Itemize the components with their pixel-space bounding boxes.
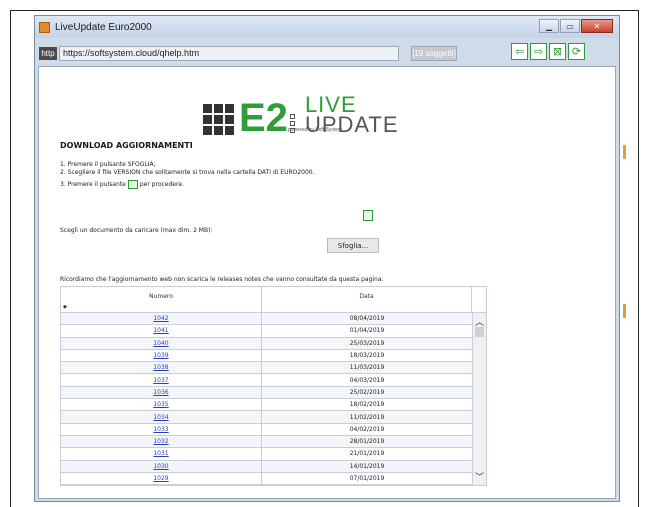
title-bar[interactable]: LiveUpdate Euro2000 ▁ ▭ ✕ xyxy=(35,16,619,38)
scroll-thumb[interactable] xyxy=(475,327,484,337)
logo-e2: E2 xyxy=(239,96,288,140)
release-link[interactable]: 1034 xyxy=(61,411,262,423)
side-marker xyxy=(623,304,626,318)
release-notes-note: Ricordiamo che l'aggiornamento web non s… xyxy=(60,276,384,283)
release-link[interactable]: 1039 xyxy=(61,349,262,362)
content-pane: E2 LIVE UPDATE powered by Soft System DO… xyxy=(38,66,616,499)
refresh-icon[interactable]: ⟳ xyxy=(568,43,585,60)
release-date: 28/01/2019 xyxy=(349,438,385,446)
table-row: 1030 14/01/2019 xyxy=(61,460,472,473)
table-row: 1035 18/02/2019 xyxy=(61,399,472,412)
minimize-button[interactable]: ▁ xyxy=(539,19,559,33)
release-date: 08/04/2019 xyxy=(349,315,385,323)
release-link[interactable]: 1029 xyxy=(61,472,262,485)
choose-file-label: Scegli un documento da caricare (max dim… xyxy=(60,227,213,234)
header-numero-label: Numero xyxy=(149,293,173,300)
side-marker xyxy=(623,145,626,159)
table-row: 1031 21/01/2019 xyxy=(61,448,472,461)
release-link[interactable]: 1031 xyxy=(61,448,262,460)
protocol-badge: http xyxy=(39,46,57,60)
address-bar: http https://softsystem.cloud/qhelp.htm … xyxy=(39,42,617,64)
instruction-step-3: 3. Premere il pulsante per procedere. xyxy=(60,180,184,189)
release-date: 04/03/2019 xyxy=(349,376,385,384)
app-icon xyxy=(39,21,50,33)
release-link[interactable]: 1037 xyxy=(61,374,262,386)
release-link[interactable]: 1042 xyxy=(61,313,262,325)
table-row: 1042 08/04/2019 xyxy=(61,313,472,326)
release-date: 25/02/2019 xyxy=(349,388,385,396)
table-row: 1041 01/04/2019 xyxy=(61,325,472,338)
table-row: 1029 07/01/2019 xyxy=(61,472,472,486)
release-link[interactable]: 1035 xyxy=(61,399,262,411)
table-scrollbar[interactable]: ︿ ﹀ xyxy=(472,313,486,486)
release-date: 14/01/2019 xyxy=(349,462,385,470)
live-update-logo: E2 LIVE UPDATE powered by Soft System xyxy=(203,89,399,140)
forward-icon[interactable]: ⇨ xyxy=(530,43,547,60)
scroll-down-icon[interactable]: ﹀ xyxy=(475,470,484,483)
stop-icon[interactable]: ⊠ xyxy=(549,43,566,60)
table-row: 1039 18/03/2019 xyxy=(61,349,472,363)
window-controls: ▁ ▭ ✕ xyxy=(539,19,613,33)
release-date: 21/01/2019 xyxy=(349,450,385,458)
topics-count[interactable]: [19 soggetti] xyxy=(411,45,457,61)
logo-powered: powered by Soft System xyxy=(288,127,343,133)
browse-button[interactable]: Sfoglia... xyxy=(327,238,379,253)
upload-icon[interactable] xyxy=(363,210,373,221)
release-date: 18/03/2019 xyxy=(349,352,385,360)
release-link[interactable]: 1036 xyxy=(61,386,262,399)
table-row: 1036 25/02/2019 xyxy=(61,386,472,400)
release-date: 11/03/2019 xyxy=(349,364,385,372)
table-header: Numero ◆ Data xyxy=(61,287,486,313)
release-link[interactable]: 1038 xyxy=(61,362,262,374)
close-button[interactable]: ✕ xyxy=(581,19,613,33)
release-date: 04/02/2019 xyxy=(349,425,385,433)
release-link[interactable]: 1033 xyxy=(61,423,262,435)
release-link[interactable]: 1032 xyxy=(61,435,262,448)
logo-grid-icon xyxy=(203,104,234,135)
table-rows: 1042 08/04/2019 1041 01/04/2019 1040 25/03/… xyxy=(61,313,472,486)
release-date: 11/02/2019 xyxy=(349,413,385,421)
step3-prefix: 3. Premere il pulsante xyxy=(60,181,126,188)
app-window: LiveUpdate Euro2000 ▁ ▭ ✕ http https://s… xyxy=(34,15,620,502)
back-icon[interactable]: ⇦ xyxy=(511,43,528,60)
table-row: 1038 11/03/2019 xyxy=(61,362,472,375)
upload-icon-inline xyxy=(127,180,138,189)
release-link[interactable]: 1030 xyxy=(61,460,262,472)
window-title: LiveUpdate Euro2000 xyxy=(55,21,152,33)
table-row: 1037 04/03/2019 xyxy=(61,374,472,387)
releases-table: Numero ◆ Data 1042 08/04/2019 1041 01/04/2… xyxy=(60,286,487,487)
release-date: 25/03/2019 xyxy=(349,339,385,347)
release-link[interactable]: 1041 xyxy=(61,325,262,337)
release-date: 18/02/2019 xyxy=(349,401,385,409)
release-date: 01/04/2019 xyxy=(349,327,385,335)
nav-buttons: ⇦ ⇨ ⊠ ⟳ xyxy=(511,43,585,60)
column-header-numero[interactable]: Numero ◆ xyxy=(61,287,262,312)
maximize-button[interactable]: ▭ xyxy=(560,19,580,33)
table-row: 1033 04/02/2019 xyxy=(61,423,472,436)
page-title: DOWNLOAD AGGIORNAMENTI xyxy=(60,141,193,150)
table-body: 1042 08/04/2019 1041 01/04/2019 1040 25/03/… xyxy=(61,313,486,486)
column-header-data[interactable]: Data xyxy=(262,287,472,312)
sort-icon: ◆ xyxy=(63,304,67,310)
table-row: 1040 25/03/2019 xyxy=(61,337,472,350)
step3-suffix: per procedere. xyxy=(139,181,184,188)
release-date: 07/01/2019 xyxy=(349,475,385,482)
table-row: 1034 11/02/2019 xyxy=(61,411,472,424)
url-field[interactable]: https://softsystem.cloud/qhelp.htm xyxy=(59,45,399,61)
instruction-step-2: 2. Scegliere il file VERSION che solitam… xyxy=(60,169,315,176)
release-link[interactable]: 1040 xyxy=(61,337,262,349)
instruction-step-1: 1. Premere il pulsante SFOGLIA; xyxy=(60,161,156,168)
table-row: 1032 28/01/2019 xyxy=(61,435,472,449)
